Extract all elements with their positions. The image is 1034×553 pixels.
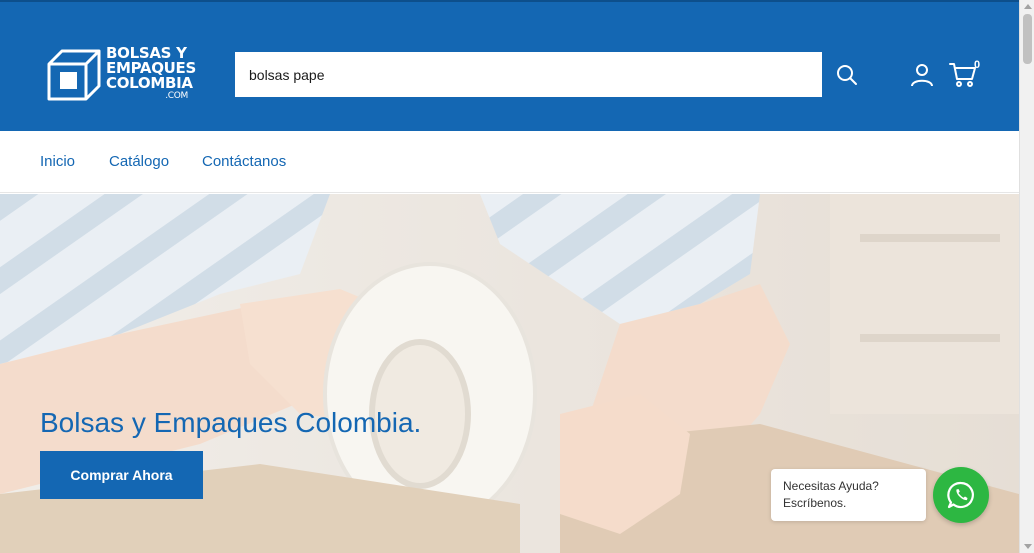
search-input[interactable] bbox=[235, 52, 822, 97]
whatsapp-help-bubble[interactable]: Necesitas Ayuda? Escríbenos. bbox=[771, 469, 926, 521]
page-scrollbar[interactable] bbox=[1019, 0, 1034, 553]
whatsapp-help-line-1: Necesitas Ayuda? bbox=[783, 479, 879, 493]
hero-title: Bolsas y Empaques Colombia. bbox=[40, 407, 422, 438]
logo-line-3: COLOMBIA bbox=[106, 74, 193, 92]
whatsapp-icon bbox=[947, 481, 974, 509]
site-header: BOLSAS Y EMPAQUES COLOMBIA .COM bolsas p… bbox=[0, 0, 1019, 131]
logo-line-4: .COM bbox=[165, 91, 188, 101]
scrollbar-thumb[interactable] bbox=[1023, 14, 1032, 64]
page: BOLSAS Y EMPAQUES COLOMBIA .COM bolsas p… bbox=[0, 0, 1034, 553]
cart-count-badge: 0 bbox=[974, 59, 981, 71]
nav-item-contactanos[interactable]: Contáctanos bbox=[202, 153, 286, 170]
buy-now-button[interactable]: Comprar Ahora bbox=[40, 451, 203, 499]
search-button[interactable] bbox=[822, 52, 871, 97]
nav-item-catalogo[interactable]: Catálogo bbox=[109, 153, 169, 170]
scroll-up-icon[interactable] bbox=[1024, 4, 1032, 9]
search-icon bbox=[836, 64, 857, 85]
box-logo-icon bbox=[47, 49, 101, 101]
scroll-down-icon[interactable] bbox=[1024, 544, 1032, 549]
whatsapp-help-line-2: Escríbenos. bbox=[783, 496, 847, 510]
user-icon bbox=[911, 64, 933, 87]
nav-item-inicio[interactable]: Inicio bbox=[40, 153, 75, 170]
account-button[interactable] bbox=[908, 60, 936, 90]
logo-wordmark: BOLSAS Y EMPAQUES COLOMBIA .COM bbox=[106, 46, 196, 102]
site-logo[interactable]: BOLSAS Y EMPAQUES COLOMBIA .COM bbox=[46, 46, 206, 104]
cart-icon bbox=[949, 63, 976, 87]
search-bar bbox=[235, 52, 871, 97]
main-nav: Inicio Catálogo Contáctanos bbox=[0, 131, 1019, 193]
whatsapp-button[interactable] bbox=[933, 467, 989, 523]
